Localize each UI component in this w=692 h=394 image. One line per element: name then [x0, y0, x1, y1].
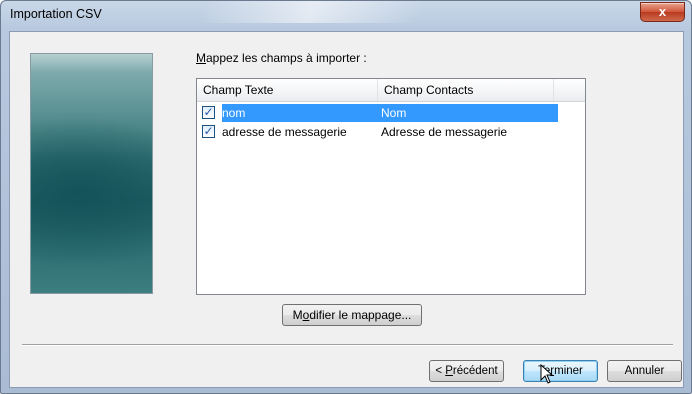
separator [22, 344, 673, 346]
finish-button[interactable]: Terminer [523, 360, 598, 382]
checkmark-icon: ✓ [203, 124, 214, 138]
modify-mapping-button[interactable]: Modifier le mappage... [282, 304, 422, 326]
row-checkbox[interactable]: ✓ [202, 125, 215, 138]
wizard-side-image [30, 53, 153, 294]
list-item[interactable]: ✓ adresse de messagerie Adresse de messa… [200, 123, 558, 141]
source-field: adresse de messagerie [222, 125, 347, 139]
source-field: nom [222, 106, 246, 120]
previous-button[interactable]: < Précédent [429, 360, 504, 382]
list-header: Champ Texte Champ Contacts [197, 79, 585, 102]
field-mapping-list[interactable]: Champ Texte Champ Contacts ✓ nom Nom ✓ a… [196, 78, 586, 295]
column-header-text-field[interactable]: Champ Texte [197, 79, 378, 101]
mapping-label: Mappez les champs à importer : [196, 51, 367, 65]
cancel-button[interactable]: Annuler [607, 360, 682, 382]
row-checkbox[interactable]: ✓ [202, 106, 215, 119]
close-button[interactable]: x [640, 2, 685, 22]
title-bar[interactable]: Importation CSV x [1, 1, 691, 31]
target-field: Adresse de messagerie [381, 125, 508, 139]
mouse-cursor-icon [540, 364, 554, 384]
glass-highlight [196, 1, 426, 23]
import-csv-dialog: Importation CSV x Mappez les champs à im… [0, 0, 692, 394]
window-title: Importation CSV [10, 7, 102, 21]
column-header-contact-field[interactable]: Champ Contacts [378, 79, 554, 101]
dialog-body: Mappez les champs à importer : Champ Tex… [9, 31, 684, 388]
list-item[interactable]: ✓ nom Nom [200, 104, 558, 122]
checkmark-icon: ✓ [203, 105, 214, 119]
close-icon: x [658, 4, 667, 19]
target-field: Nom [381, 106, 407, 120]
